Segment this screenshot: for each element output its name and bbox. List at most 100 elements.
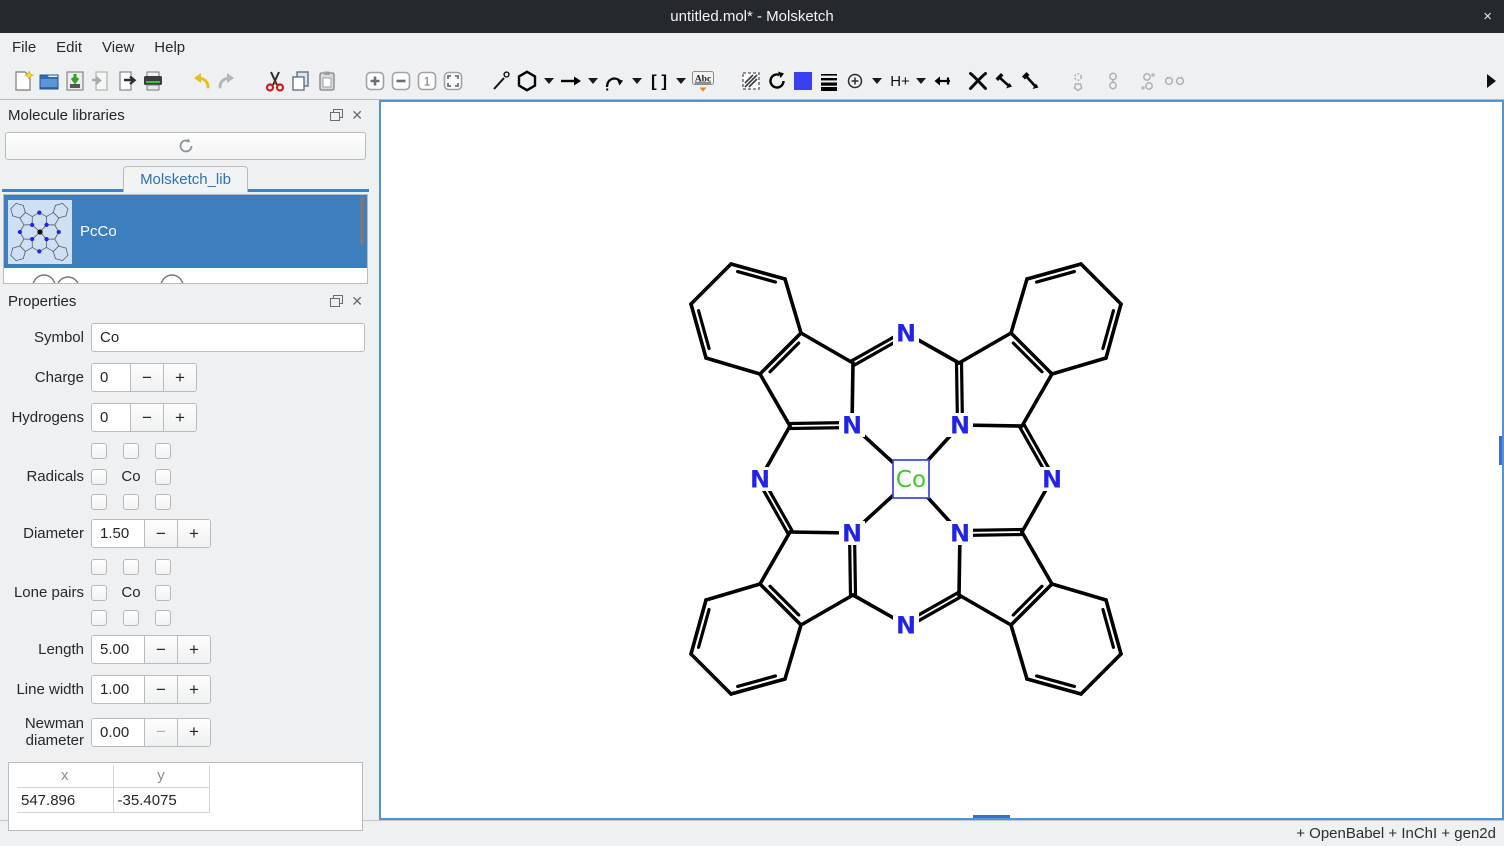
zoom-original-button[interactable]: 1 xyxy=(414,67,440,95)
radical-checkbox[interactable] xyxy=(155,494,171,510)
radical-checkbox[interactable] xyxy=(91,494,107,510)
newman-increment-button[interactable]: + xyxy=(177,719,210,746)
charge-increment-button[interactable]: + xyxy=(163,364,196,391)
zoom-out-button[interactable] xyxy=(388,67,414,95)
paste-button[interactable] xyxy=(314,67,340,95)
radical-checkbox[interactable] xyxy=(91,469,107,485)
reaction-tool-1-button[interactable] xyxy=(1065,67,1091,95)
lone-pair-checkbox[interactable] xyxy=(123,610,139,626)
menu-edit[interactable]: Edit xyxy=(46,35,92,60)
library-list-scrollbar[interactable] xyxy=(360,197,364,245)
canvas-vscroll-handle[interactable] xyxy=(1499,436,1502,465)
lone-pair-checkbox[interactable] xyxy=(155,610,171,626)
export-button[interactable] xyxy=(114,67,140,95)
redo-button[interactable] xyxy=(214,67,240,95)
length-increment-button[interactable]: + xyxy=(177,636,210,663)
properties-panel-header: Properties ✕ xyxy=(2,289,369,313)
reaction-tool-3-button[interactable] xyxy=(1135,67,1161,95)
charge-tool-button[interactable] xyxy=(842,67,868,95)
drawing-canvas[interactable]: NNNNNNNNCo xyxy=(379,100,1504,820)
refresh-libraries-button[interactable] xyxy=(5,132,366,160)
export-icon xyxy=(115,69,139,93)
rotate-tool-button[interactable] xyxy=(764,67,790,95)
import-button[interactable] xyxy=(88,67,114,95)
zoom-in-button[interactable] xyxy=(362,67,388,95)
library-item-pcco[interactable]: PcCo xyxy=(4,195,367,268)
zoom-fit-button[interactable] xyxy=(440,67,466,95)
coord-x-value[interactable]: 547.896 xyxy=(17,788,113,813)
arrow-tool-button[interactable] xyxy=(558,67,584,95)
bracket-tool-dropdown[interactable] xyxy=(676,78,686,84)
copy-button[interactable] xyxy=(288,67,314,95)
arrow-tool-dropdown[interactable] xyxy=(588,78,598,84)
ring-tool-dropdown[interactable] xyxy=(544,78,554,84)
length-decrement-button[interactable]: − xyxy=(144,636,177,663)
toolbar-overflow-button[interactable] xyxy=(1478,67,1504,95)
lone-pair-checkbox[interactable] xyxy=(91,610,107,626)
curved-arrow-tool-button[interactable] xyxy=(602,67,628,95)
symbol-input[interactable] xyxy=(91,323,365,352)
cut-button[interactable] xyxy=(262,67,288,95)
radical-checkbox[interactable] xyxy=(91,443,107,459)
diameter-increment-button[interactable]: + xyxy=(177,520,210,547)
diameter-decrement-button[interactable]: − xyxy=(144,520,177,547)
lone-pair-checkbox[interactable] xyxy=(91,585,107,601)
save-button[interactable] xyxy=(62,67,88,95)
charge-tool-dropdown[interactable] xyxy=(872,78,882,84)
draw-bond-button[interactable] xyxy=(488,67,514,95)
mechanics-flip-1-button[interactable] xyxy=(991,67,1017,95)
print-button[interactable] xyxy=(140,67,166,95)
radical-checkbox[interactable] xyxy=(155,443,171,459)
properties-float-icon[interactable] xyxy=(330,295,343,307)
charge-decrement-button[interactable]: − xyxy=(130,364,163,391)
newman-diameter-value[interactable]: 0.00 xyxy=(92,719,144,746)
reaction-tool-4-button[interactable] xyxy=(1161,67,1187,95)
libraries-float-icon[interactable] xyxy=(330,109,343,121)
bracket-tool-button[interactable]: [ ] xyxy=(646,67,672,95)
radical-checkbox[interactable] xyxy=(155,469,171,485)
line-width-decrement-button[interactable]: − xyxy=(144,676,177,703)
mechanics-flip-2-button[interactable] xyxy=(1017,67,1043,95)
coord-y-value[interactable]: -35.4075 xyxy=(113,788,209,813)
charge-value[interactable]: 0 xyxy=(92,364,130,391)
tab-molsketch-lib[interactable]: Molsketch_lib xyxy=(123,166,248,192)
hydrogen-tool-button[interactable]: H+ xyxy=(886,67,912,95)
delete-tool-button[interactable] xyxy=(965,67,991,95)
ring-tool-button[interactable] xyxy=(514,67,540,95)
reaction-tool-2-button[interactable] xyxy=(1100,67,1126,95)
text-tool-button[interactable]: Abc xyxy=(690,67,716,95)
lone-pair-checkbox[interactable] xyxy=(91,559,107,575)
radical-checkbox[interactable] xyxy=(123,494,139,510)
lone-pair-checkbox[interactable] xyxy=(155,585,171,601)
line-width-value[interactable]: 1.00 xyxy=(92,676,144,703)
new-file-button[interactable] xyxy=(10,67,36,95)
lone-pair-checkbox[interactable] xyxy=(123,559,139,575)
menu-help[interactable]: Help xyxy=(144,35,195,60)
canvas-hscroll-handle[interactable] xyxy=(973,815,1010,818)
radical-checkbox[interactable] xyxy=(123,443,139,459)
library-item-partial[interactable] xyxy=(4,268,367,284)
menu-file[interactable]: File xyxy=(2,35,46,60)
curved-arrow-tool-dropdown[interactable] xyxy=(632,78,642,84)
hydrogen-tool-dropdown[interactable] xyxy=(916,78,926,84)
diameter-value[interactable]: 1.50 xyxy=(92,520,144,547)
newman-decrement-button[interactable]: − xyxy=(144,719,177,746)
line-width-increment-button[interactable]: + xyxy=(177,676,210,703)
window-close-button[interactable]: × xyxy=(1483,0,1492,33)
dock-splitter[interactable] xyxy=(371,100,379,820)
undo-button[interactable] xyxy=(188,67,214,95)
color-picker-button[interactable] xyxy=(790,67,816,95)
libraries-close-icon[interactable]: ✕ xyxy=(351,107,363,124)
hydrogen-arrow-button[interactable] xyxy=(930,67,956,95)
molecule-svg[interactable]: NNNNNNNNCo xyxy=(381,102,1502,818)
menu-view[interactable]: View xyxy=(92,35,144,60)
hydrogens-decrement-button[interactable]: − xyxy=(130,404,163,431)
hydrogens-increment-button[interactable]: + xyxy=(163,404,196,431)
hydrogens-value[interactable]: 0 xyxy=(92,404,130,431)
selection-tool-button[interactable] xyxy=(738,67,764,95)
length-value[interactable]: 5.00 xyxy=(92,636,144,663)
properties-close-icon[interactable]: ✕ xyxy=(351,293,363,310)
open-file-button[interactable] xyxy=(36,67,62,95)
lone-pair-checkbox[interactable] xyxy=(155,559,171,575)
line-width-button[interactable] xyxy=(816,67,842,95)
